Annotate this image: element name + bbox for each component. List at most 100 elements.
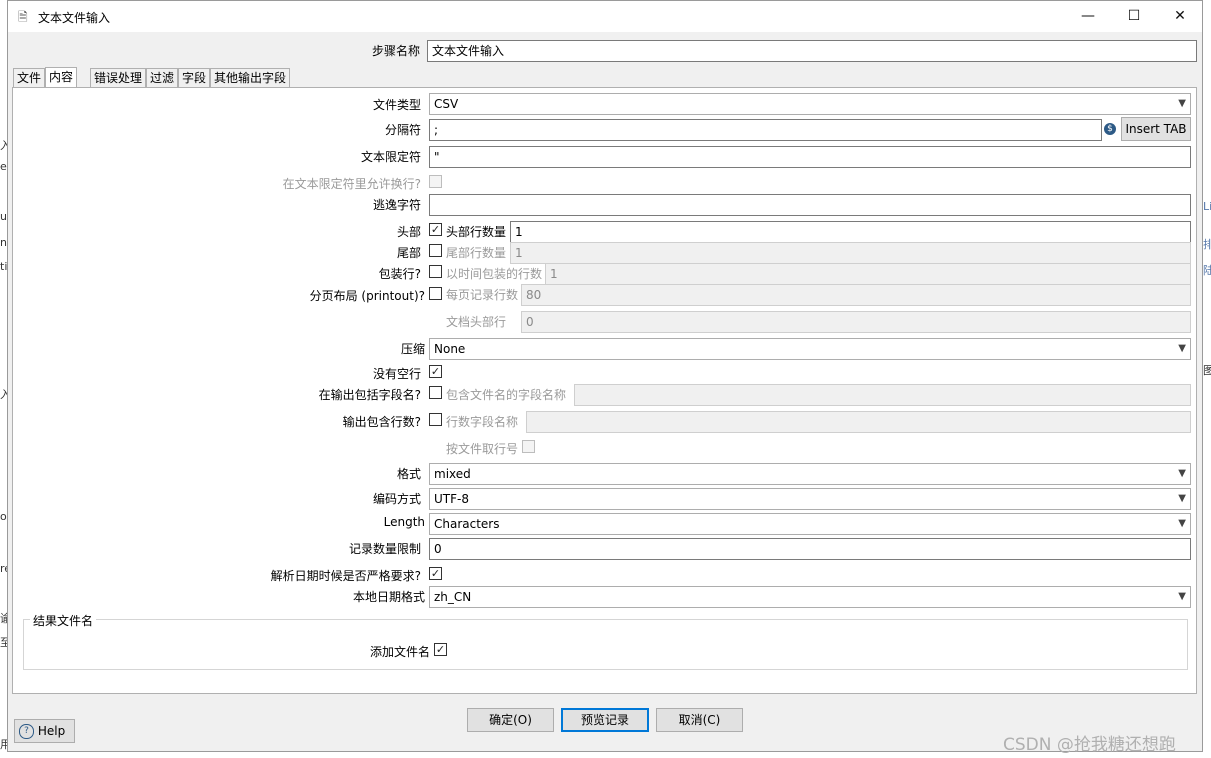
doc-header-label: 文档头部行 <box>446 315 507 329</box>
encoding-label: 编码方式 <box>372 492 421 506</box>
header-count-input[interactable]: 1 <box>510 221 1191 243</box>
insert-tab-button[interactable]: Insert TAB <box>1121 117 1191 141</box>
include-rownum-checkbox[interactable] <box>429 413 442 426</box>
rownum-field-input[interactable] <box>526 411 1191 433</box>
background-text: 图 <box>1203 364 1211 377</box>
background-text: Li <box>1203 200 1211 213</box>
chevron-down-icon: ▼ <box>1178 591 1186 602</box>
tab-error-handling[interactable]: 错误处理 <box>90 68 147 87</box>
include-filename-label: 在输出包括字段名? <box>318 388 421 402</box>
window-title: 文本文件输入 <box>38 11 111 25</box>
paged-label: 分页布局 (printout)? <box>309 289 425 303</box>
add-filename-checkbox[interactable]: ✓ <box>434 643 447 656</box>
separator-label: 分隔符 <box>384 123 421 137</box>
locale-select[interactable]: zh_CN ▼ <box>429 586 1191 608</box>
wrapped-count-label: 以时间包装的行数 <box>446 267 543 281</box>
locale-label: 本地日期格式 <box>352 590 425 604</box>
help-label: Help <box>37 724 66 738</box>
background-text: 陆 <box>1203 264 1211 277</box>
per-page-input[interactable]: 80 <box>521 284 1191 306</box>
background-text: u <box>0 210 7 223</box>
no-empty-label: 没有空行 <box>372 367 421 381</box>
tab-filter[interactable]: 过滤 <box>146 68 179 87</box>
document-icon: 🗎 <box>18 10 28 24</box>
background-text: n <box>0 236 7 249</box>
footer-count-label: 尾部行数量 <box>446 246 507 260</box>
maximize-button[interactable]: ☐ <box>1111 1 1157 32</box>
compression-value: None <box>434 342 466 356</box>
escape-input[interactable] <box>429 194 1191 216</box>
footer-count-input[interactable]: 1 <box>510 242 1191 264</box>
compression-label: 压缩 <box>400 342 425 356</box>
format-value: mixed <box>434 467 471 481</box>
rownum-per-file-checkbox[interactable] <box>522 440 535 453</box>
enclosure-label: 文本限定符 <box>360 150 421 164</box>
format-select[interactable]: mixed ▼ <box>429 463 1191 485</box>
file-type-select[interactable]: CSV ▼ <box>429 93 1191 115</box>
chevron-down-icon: ▼ <box>1178 518 1186 529</box>
file-type-value: CSV <box>434 97 459 111</box>
length-value: Characters <box>434 517 500 531</box>
filename-field-label: 包含文件名的字段名称 <box>446 388 567 402</box>
lenient-dates-checkbox[interactable]: ✓ <box>429 567 442 580</box>
title-bar: 🗎 文本文件输入 — ☐ ✕ <box>8 1 1202 32</box>
filename-field-input[interactable] <box>574 384 1191 406</box>
paged-checkbox[interactable] <box>429 287 442 300</box>
chevron-down-icon: ▼ <box>1178 493 1186 504</box>
watermark: CSDN @抢我糖还想跑 <box>1003 735 1176 755</box>
locale-value: zh_CN <box>434 590 472 604</box>
tab-additional-fields[interactable]: 其他输出字段 <box>210 68 291 87</box>
allow-breaks-label: 在文本限定符里允许换行? <box>282 177 421 191</box>
wrapped-label: 包装行? <box>378 267 421 281</box>
length-select[interactable]: Characters ▼ <box>429 513 1191 535</box>
wrapped-count-input[interactable]: 1 <box>545 263 1191 285</box>
close-button[interactable]: ✕ <box>1157 1 1203 32</box>
background-text: e <box>0 160 7 173</box>
limit-input[interactable]: 0 <box>429 538 1191 560</box>
format-label: 格式 <box>396 467 421 481</box>
background-text: 排 <box>1203 238 1211 251</box>
file-type-label: 文件类型 <box>372 98 421 112</box>
enclosure-input[interactable]: " <box>429 146 1191 168</box>
header-checkbox[interactable]: ✓ <box>429 223 442 236</box>
step-name-input[interactable]: 文本文件输入 <box>427 40 1197 62</box>
footer-checkbox[interactable] <box>429 244 442 257</box>
separator-input[interactable]: ; <box>429 119 1102 141</box>
help-button[interactable]: ? Help <box>14 719 75 743</box>
tab-file[interactable]: 文件 <box>13 68 46 87</box>
rownum-per-file-label: 按文件取行号 <box>446 442 519 456</box>
variable-icon[interactable]: $ <box>1104 123 1116 135</box>
encoding-value: UTF-8 <box>434 492 469 506</box>
chevron-down-icon: ▼ <box>1178 343 1186 354</box>
header-label: 头部 <box>396 225 421 239</box>
tab-fields[interactable]: 字段 <box>178 68 211 87</box>
background-text: o <box>0 510 7 523</box>
ok-button[interactable]: 确定(O) <box>467 708 554 732</box>
result-filename-group-title: 结果文件名 <box>30 612 97 629</box>
chevron-down-icon: ▼ <box>1178 98 1186 109</box>
per-page-label: 每页记录行数 <box>446 288 519 302</box>
result-filename-group <box>23 619 1188 670</box>
no-empty-checkbox[interactable]: ✓ <box>429 365 442 378</box>
help-icon: ? <box>19 724 34 739</box>
preview-button[interactable]: 预览记录 <box>561 708 649 732</box>
include-filename-checkbox[interactable] <box>429 386 442 399</box>
lenient-dates-label: 解析日期时候是否严格要求? <box>270 569 421 583</box>
add-filename-label: 添加文件名 <box>369 645 430 659</box>
cancel-button[interactable]: 取消(C) <box>656 708 743 732</box>
length-label: Length <box>383 515 425 529</box>
wrapped-checkbox[interactable] <box>429 265 442 278</box>
chevron-down-icon: ▼ <box>1178 468 1186 479</box>
escape-label: 逃逸字符 <box>372 198 421 212</box>
step-name-label: 步骤名称 <box>371 44 420 58</box>
header-count-label: 头部行数量 <box>446 225 507 239</box>
doc-header-input[interactable]: 0 <box>521 311 1191 333</box>
encoding-select[interactable]: UTF-8 ▼ <box>429 488 1191 510</box>
minimize-button[interactable]: — <box>1065 1 1111 32</box>
rownum-field-label: 行数字段名称 <box>446 415 519 429</box>
compression-select[interactable]: None ▼ <box>429 338 1191 360</box>
footer-label: 尾部 <box>396 246 421 260</box>
allow-breaks-checkbox[interactable] <box>429 175 442 188</box>
tab-content[interactable]: 内容 <box>45 67 78 88</box>
include-rownum-label: 输出包含行数? <box>342 415 421 429</box>
